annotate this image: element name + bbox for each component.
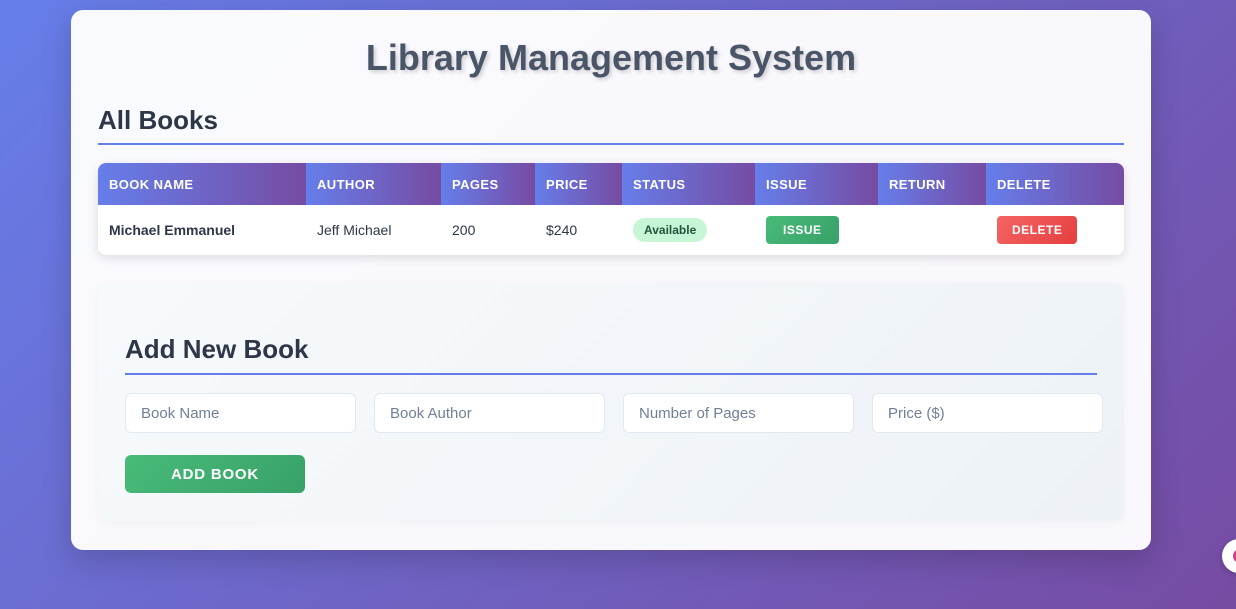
pages-cell: 200 xyxy=(441,205,535,255)
main-container: Library Management System All Books BOOK… xyxy=(71,10,1151,550)
book-name-input[interactable] xyxy=(125,393,356,433)
page-title: Library Management System xyxy=(365,37,857,78)
table-row: Michael Emmanuel Jeff Michael 200 $240 A… xyxy=(98,205,1124,255)
status-badge: Available xyxy=(633,218,708,242)
add-book-button[interactable]: ADD BOOK xyxy=(125,455,305,493)
form-inputs xyxy=(125,393,1103,433)
column-header-book-name: BOOK NAME xyxy=(98,163,306,205)
column-header-issue: ISSUE xyxy=(755,163,878,205)
add-book-form: Add New Book ADD BOOK xyxy=(98,283,1124,521)
books-section-title: All Books xyxy=(98,106,1124,145)
column-header-author: AUTHOR xyxy=(306,163,441,205)
form-title: Add New Book xyxy=(125,283,1097,375)
pages-input[interactable] xyxy=(623,393,854,433)
author-cell: Jeff Michael xyxy=(306,205,441,255)
column-header-return: RETURN xyxy=(878,163,986,205)
column-header-pages: PAGES xyxy=(441,163,535,205)
column-header-status: STATUS xyxy=(622,163,755,205)
column-header-delete: DELETE xyxy=(986,163,1124,205)
issue-cell: ISSUE xyxy=(755,205,878,255)
book-author-input[interactable] xyxy=(374,393,605,433)
floating-widget-button[interactable] xyxy=(1222,539,1236,573)
return-cell xyxy=(878,205,986,255)
price-cell: $240 xyxy=(535,205,622,255)
table-header-row: BOOK NAME AUTHOR PAGES PRICE STATUS ISSU… xyxy=(98,163,1124,205)
status-cell: Available xyxy=(622,205,755,255)
books-table: BOOK NAME AUTHOR PAGES PRICE STATUS ISSU… xyxy=(98,163,1124,255)
book-name-cell: Michael Emmanuel xyxy=(98,205,306,255)
delete-button[interactable]: DELETE xyxy=(997,216,1078,244)
delete-cell: DELETE xyxy=(986,205,1124,255)
issue-button[interactable]: ISSUE xyxy=(766,216,839,244)
column-header-price: PRICE xyxy=(535,163,622,205)
price-input[interactable] xyxy=(872,393,1103,433)
